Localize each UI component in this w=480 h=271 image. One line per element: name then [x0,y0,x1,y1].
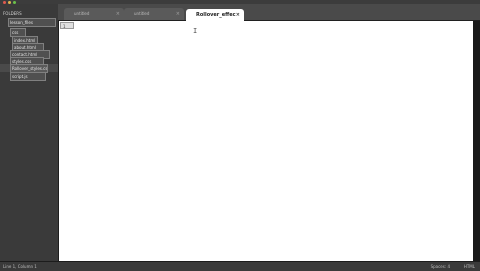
code-editor[interactable]: 1 [59,21,473,261]
close-icon[interactable]: × [236,9,240,21]
close-icon[interactable]: × [116,8,120,20]
tab-label: Rollover_effec [196,12,236,18]
text-cursor-icon: I [193,27,198,35]
folders-header: FOLDERS [3,11,22,16]
vertical-scrollbar[interactable] [473,21,480,261]
sidebar: FOLDERS lesson_files css index.html abou… [0,4,59,261]
tab-untitled-2[interactable]: untitled × [124,8,184,20]
tab-label: untitled [134,11,150,16]
tab-untitled-1[interactable]: untitled × [64,8,124,20]
tab-bar: untitled × untitled × Rollover_effec × [58,4,480,22]
close-icon[interactable]: × [176,8,180,20]
line-number: 1 [60,22,74,29]
sidebar-item-lesson-files[interactable]: lesson_files [8,18,56,27]
tab-label: untitled [74,11,90,16]
sidebar-item-script[interactable]: script.js [10,72,46,81]
